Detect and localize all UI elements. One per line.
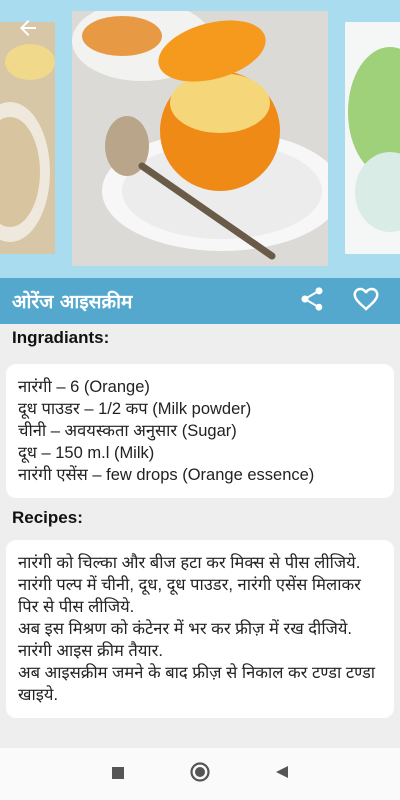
triangle-left-icon — [274, 764, 290, 784]
heart-outline-icon — [351, 284, 381, 318]
ingredient-item: दूध – 150 m.l (Milk) — [18, 444, 155, 462]
recipe-content[interactable]: Ingradiants: नारंगी – 6 (Orange) दूध पाउ… — [0, 324, 400, 748]
ingredient-item: दूध पाउडर – 1/2 कप (Milk powder) — [18, 400, 252, 418]
back-button[interactable] — [10, 12, 46, 48]
recents-button[interactable] — [106, 762, 130, 786]
system-navigation-bar — [0, 748, 400, 800]
ingredients-card: नारंगी – 6 (Orange) दूध पाउडर – 1/2 कप (… — [6, 364, 394, 498]
favorite-button[interactable] — [346, 281, 386, 321]
recipe-steps-card: नारंगी को चिल्का और बीज हटा कर मिक्स से … — [6, 540, 394, 718]
recipe-step: नारंगी पल्प में चीनी, दूध, दूध पाउडर, ना… — [18, 576, 361, 616]
recipe-step: अब आइसक्रीम जमने के बाद फ्रीज़ से निकाल … — [18, 664, 376, 704]
back-nav-button[interactable] — [270, 762, 294, 786]
ingredients-heading: Ingradiants: — [12, 328, 110, 347]
ingredient-item: नारंगी एसेंस – few drops (Orange essence… — [18, 466, 315, 484]
home-button[interactable] — [188, 762, 212, 786]
square-icon — [111, 765, 125, 784]
recipe-step: अब इस मिश्रण को कंटेनर में भर कर फ्रीज़ … — [18, 620, 352, 660]
ingredient-item: नारंगी – 6 (Orange) — [18, 378, 150, 396]
gallery-image-current[interactable] — [72, 11, 328, 266]
share-button[interactable] — [292, 281, 332, 321]
gallery-image-next[interactable] — [345, 22, 400, 254]
circle-icon — [189, 761, 211, 787]
recipe-title-bar: ओरेंज आइसक्रीम — [0, 278, 400, 324]
page-title: ओरेंज आइसक्रीम — [12, 291, 133, 313]
image-gallery[interactable] — [0, 0, 400, 278]
arrow-left-icon — [16, 16, 40, 44]
ingredient-item: चीनी – अवयस्कता अनुसार (Sugar) — [18, 422, 237, 440]
recipe-step: नारंगी को चिल्का और बीज हटा कर मिक्स से … — [18, 554, 361, 572]
gallery-image-previous[interactable] — [0, 22, 55, 254]
recipes-heading: Recipes: — [12, 508, 83, 527]
share-icon — [298, 285, 326, 317]
